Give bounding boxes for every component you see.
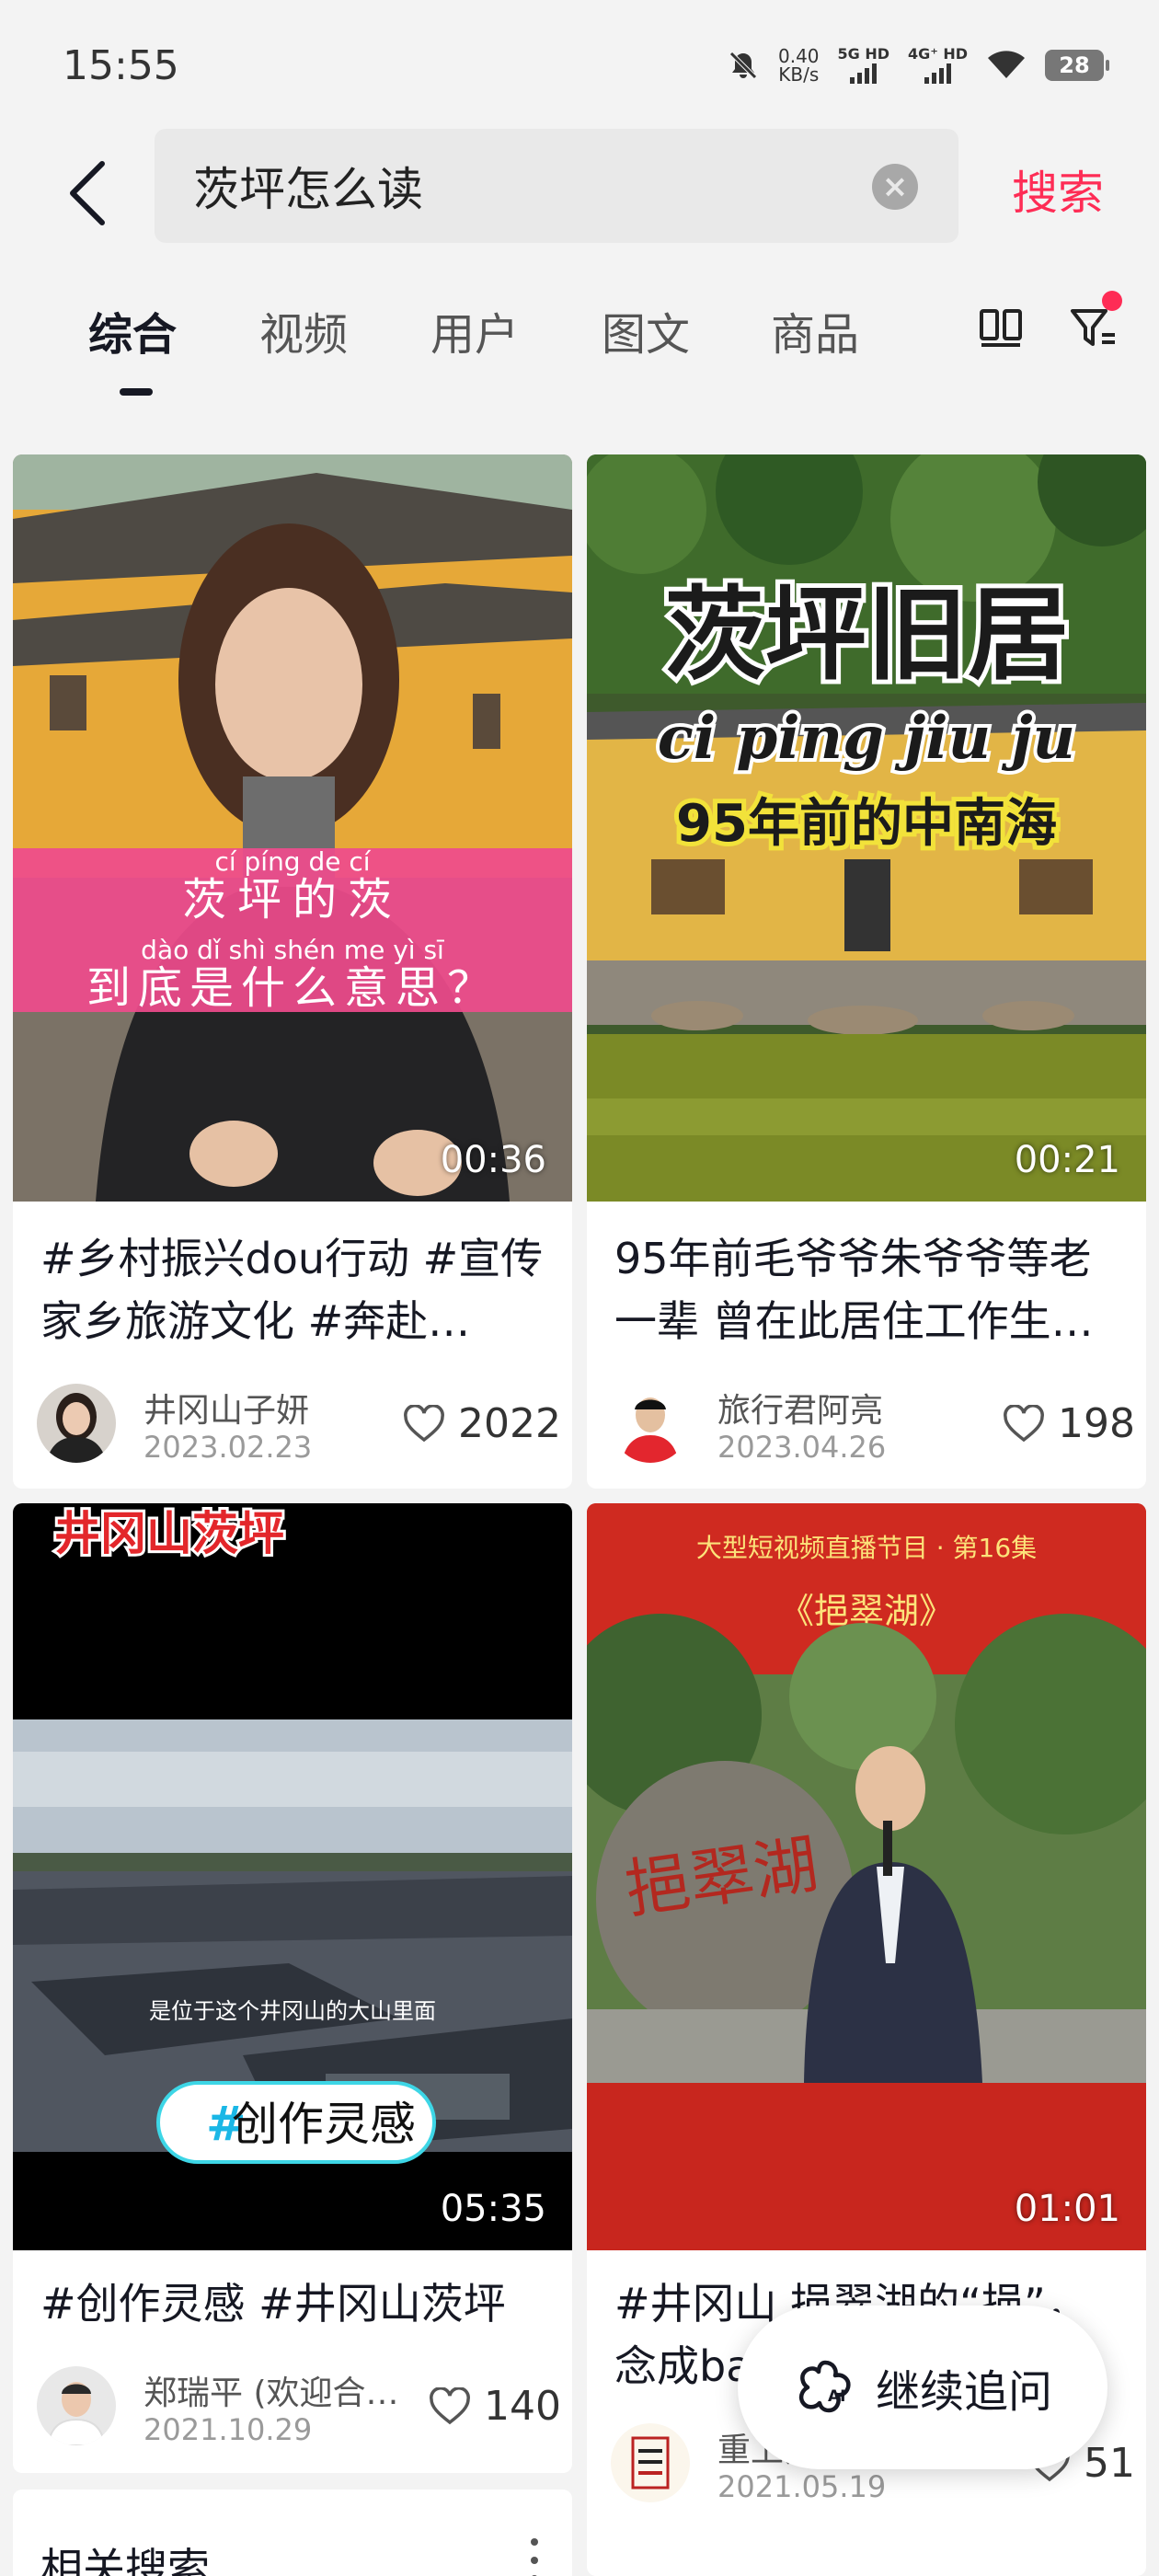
battery-icon: 28 <box>1045 50 1109 81</box>
post-date: 2023.02.23 <box>143 1430 313 1465</box>
back-arrow-icon <box>70 161 105 225</box>
speed-value: 0.40 <box>778 45 820 67</box>
svg-text:AI: AI <box>828 2387 845 2406</box>
tab-image-text[interactable]: 图文 <box>602 298 690 362</box>
result-title[interactable]: 95年前毛爷爷朱爷爷等老一辈 曾在此居住工作生… <box>614 1227 1130 1352</box>
avatar[interactable] <box>611 1384 690 1463</box>
sim2-label: 4G⁺ HD <box>908 45 968 63</box>
tab-comprehensive[interactable]: 综合 <box>88 298 177 362</box>
overlay-top-title: 井冈山茨坪 <box>54 1507 284 1560</box>
related-searches-title: 相关搜索 <box>40 2544 210 2576</box>
overlay-subtitle: 95年前的中南海 <box>676 794 1057 854</box>
signal-sim1: 5G HD <box>837 45 890 84</box>
signal-bars-icon <box>924 63 952 84</box>
avatar[interactable] <box>37 1384 116 1463</box>
overlay-hashtag: 创作灵感 <box>232 2098 416 2151</box>
post-date: 2021.05.19 <box>717 2469 887 2504</box>
like-count[interactable]: 198 <box>1003 1400 1135 1447</box>
wifi-icon <box>988 51 1025 78</box>
like-count-value: 51 <box>1084 2440 1135 2487</box>
avatar[interactable] <box>611 2423 690 2502</box>
network-speed: 0.40 KB/s <box>778 47 820 84</box>
sim1-label: 5G HD <box>837 45 890 63</box>
speed-unit: KB/s <box>778 63 820 86</box>
overlay-pinyin: ci ping jiu ju <box>658 704 1075 773</box>
ai-icon: AI <box>798 2360 851 2413</box>
thumbnail-image: 茨坪旧居 ci ping jiu ju 95年前的中南海 <box>587 454 1146 1202</box>
heart-icon <box>430 2386 470 2424</box>
tab-video[interactable]: 视频 <box>259 298 348 362</box>
video-duration: 00:21 <box>1014 1139 1120 1181</box>
result-meta: 井冈山子妍 2023.02.23 2022 <box>37 1384 561 1466</box>
result-tabs: 综合 视频 用户 图文 商品 <box>0 285 1159 405</box>
signal-bars-icon <box>850 63 878 84</box>
active-tab-indicator <box>120 388 153 396</box>
author-name[interactable]: 旅行君阿亮 <box>717 1384 883 1432</box>
video-thumbnail[interactable]: cí píng de cí 茨坪的茨 dào dǐ shì shén me yì… <box>13 454 572 1202</box>
continue-asking-label: 继续追问 <box>875 2366 1052 2418</box>
more-icon[interactable] <box>530 2537 539 2576</box>
video-thumbnail[interactable]: 井冈山茨坪 是位于这个井冈山的大山里面 # 创作灵感 05:35 <box>13 1503 572 2250</box>
like-count-value: 2022 <box>458 1400 561 1447</box>
thumbnail-image: 井冈山茨坪 是位于这个井冈山的大山里面 # 创作灵感 <box>13 1503 572 2250</box>
video-thumbnail[interactable]: 大型短视频直播节目 · 第16集 《挹翠湖》 挹翠湖 01:01 <box>587 1503 1146 2250</box>
like-count[interactable]: 140 <box>429 2383 561 2430</box>
search-input[interactable] <box>193 156 837 215</box>
result-card[interactable]: 茨坪旧居 ci ping jiu ju 95年前的中南海 00:21 95年前毛… <box>587 454 1146 1489</box>
avatar[interactable] <box>37 2366 116 2445</box>
related-searches: 相关搜索 <box>13 2490 572 2576</box>
status-icons: 0.40 KB/s 5G HD 4G⁺ HD 28 <box>727 42 1109 88</box>
author-name[interactable]: 郑瑞平 (欢迎合… <box>143 2366 399 2414</box>
like-count-value: 140 <box>484 2383 561 2430</box>
like-count-value: 198 <box>1058 1400 1135 1447</box>
signal-sim2: 4G⁺ HD <box>908 47 968 84</box>
continue-asking-button[interactable]: AI 继续追问 <box>738 2306 1107 2469</box>
video-duration: 00:36 <box>440 1139 546 1181</box>
thumbnail-image: 大型短视频直播节目 · 第16集 《挹翠湖》 挹翠湖 <box>587 1503 1146 2250</box>
overlay-line-1: 茨坪的茨 <box>182 874 403 926</box>
tab-users[interactable]: 用户 <box>430 298 519 362</box>
mute-bell-icon <box>729 52 757 79</box>
result-meta: 郑瑞平 (欢迎合… 2021.10.29 140 <box>37 2366 561 2449</box>
author-name[interactable]: 井冈山子妍 <box>143 1384 309 1432</box>
result-card[interactable]: cí píng de cí 茨坪的茨 dào dǐ shì shén me yì… <box>13 454 572 1489</box>
overlay-headline: 茨坪旧居 <box>664 576 1069 694</box>
clear-icon[interactable]: × <box>872 164 918 210</box>
video-thumbnail[interactable]: 茨坪旧居 ci ping jiu ju 95年前的中南海 00:21 <box>587 454 1146 1202</box>
result-title[interactable]: #创作灵感 #井冈山茨坪 <box>40 2272 556 2335</box>
like-count[interactable]: 2022 <box>403 1400 561 1447</box>
overlay-caption: 是位于这个井冈山的大山里面 <box>149 1998 436 2024</box>
overlay-line-2: 到底是什么意思？ <box>86 962 499 1014</box>
layout-toggle-icon[interactable] <box>979 305 1023 350</box>
tab-products[interactable]: 商品 <box>771 298 859 362</box>
search-header: × 搜索 <box>0 129 1159 248</box>
back-button[interactable] <box>55 156 120 230</box>
search-submit-button[interactable]: 搜索 <box>1012 156 1104 223</box>
tab-scroll-fade <box>929 294 984 359</box>
video-duration: 01:01 <box>1014 2188 1120 2230</box>
thumbnail-image: cí píng de cí 茨坪的茨 dào dǐ shì shén me yì… <box>13 454 572 1202</box>
video-duration: 05:35 <box>440 2188 546 2230</box>
result-title[interactable]: #乡村振兴dou行动 #宣传家乡旅游文化 #奔赴… <box>40 1227 556 1352</box>
overlay-pinyin-1: cí píng de cí <box>214 846 371 877</box>
heart-icon <box>404 1404 444 1442</box>
result-card[interactable]: 井冈山茨坪 是位于这个井冈山的大山里面 # 创作灵感 05:35 #创作灵感 #… <box>13 1503 572 2473</box>
battery-level: 28 <box>1059 52 1090 78</box>
overlay-pinyin-2: dào dǐ shì shén me yì sī <box>141 935 444 965</box>
heart-icon <box>1004 1404 1044 1442</box>
overlay-banner: 大型短视频直播节目 · 第16集 <box>696 1533 1037 1563</box>
status-bar: 15:55 0.40 KB/s 5G HD 4G⁺ HD 28 <box>0 0 1159 129</box>
result-meta: 旅行君阿亮 2023.04.26 198 <box>611 1384 1135 1466</box>
search-box[interactable]: × <box>155 129 958 243</box>
post-date: 2021.10.29 <box>143 2412 313 2447</box>
filter-badge-dot <box>1102 291 1122 311</box>
post-date: 2023.04.26 <box>717 1430 887 1465</box>
status-time: 15:55 <box>63 42 179 89</box>
